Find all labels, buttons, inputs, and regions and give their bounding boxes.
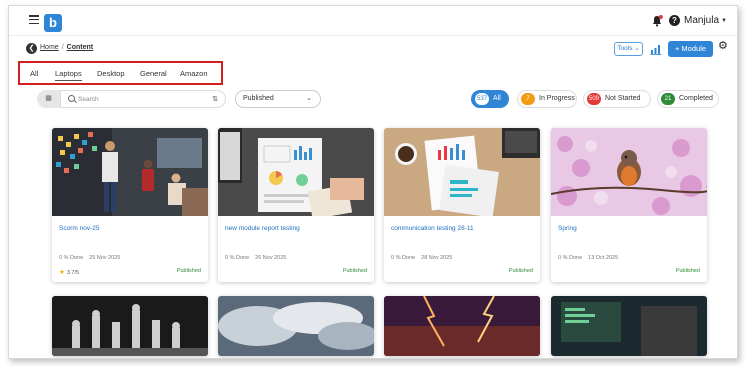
content-card[interactable]: communication testing 28-11 0 % Done 28 N… [384,128,540,282]
filter-pill-in-progress[interactable]: 7 In Progress [517,90,577,108]
card-thumbnail [52,128,208,216]
tab-laptops[interactable]: Laptops [55,69,82,81]
card-meta: 0 % Done 25 Nov 2025 [59,255,126,261]
content-card[interactable]: Scorm nov-25 0 % Done 25 Nov 2025 ★ 3.7/5 … [52,128,208,282]
pill-count: 21 [661,93,675,105]
breadcrumb-current[interactable]: Content [67,44,93,51]
card-rating: ★ 3.7/5 [59,268,79,276]
card-meta: 0 % Done 28 Nov 2025 [391,255,458,261]
tab-amazon[interactable]: Amazon [180,69,208,78]
pill-label: Completed [679,95,713,102]
card-date: 13 Oct 2025 [588,255,619,261]
card-meta: 0 % Done 13 Oct 2025 [558,255,624,261]
card-title[interactable]: communication testing 28-11 [391,225,474,232]
sort-icon[interactable]: ⇅ [212,95,218,103]
card-date: 25 Nov 2025 [89,255,121,261]
card-thumbnail [551,128,707,216]
bell-icon[interactable] [651,15,663,27]
content-card[interactable]: new module report testing 0 % Done 26 Nov… [218,128,374,282]
card-date: 26 Nov 2025 [255,255,287,261]
back-arrow-icon[interactable]: ❮ [26,43,37,54]
content-card[interactable]: Spring 0 % Done 13 Oct 2025 Published [551,128,707,282]
card-progress: 0 % Done [59,255,84,261]
card-progress: 0 % Done [391,255,416,261]
card-status: Published [176,268,201,274]
pill-count: 509 [587,93,602,105]
filter-pill-completed[interactable]: 21 Completed [657,90,719,108]
status-select-value: Published [243,95,274,102]
pill-label: Not Started [605,95,641,102]
gear-icon[interactable]: ⚙ [718,39,728,52]
tab-desktop[interactable]: Desktop [97,69,125,78]
chevron-down-icon: ⌄ [306,95,312,102]
tab-general[interactable]: General [140,69,167,78]
search-input[interactable] [78,93,198,106]
app-window: b ? Manjula ▼ ❮ Home / Content Tools ⌄ + M… [8,5,738,359]
card-status: Published [508,268,533,274]
filter-pill-not-started[interactable]: 509 Not Started [583,90,651,108]
card-progress: 0 % Done [225,255,250,261]
card-status: Published [675,268,700,274]
card-title[interactable]: Scorm nov-25 [59,225,99,232]
status-select[interactable]: Published ⌄ [235,90,321,108]
breadcrumb: Home / Content [40,44,93,51]
card-title[interactable]: Spring [558,225,577,232]
card-title[interactable]: new module report testing [225,225,300,232]
card-thumbnail [384,128,540,216]
bar-chart-icon[interactable] [650,43,662,55]
tab-all[interactable]: All [30,69,38,78]
breadcrumb-separator: / [61,44,64,51]
content-card-thumbnail[interactable] [52,296,208,356]
star-icon: ★ [59,269,65,276]
tools-dropdown-button[interactable]: Tools ⌄ [614,42,643,56]
add-module-button[interactable]: + Module [668,41,713,57]
search-icon [68,95,75,102]
chevron-down-icon[interactable]: ▼ [721,18,727,24]
pill-label: All [493,95,501,102]
app-logo[interactable]: b [44,14,62,32]
search-box: ⇅ [60,90,226,108]
pill-count: 537 [475,93,490,105]
content-card-thumbnail[interactable] [218,296,374,356]
filter-pill-all[interactable]: 537 All [471,90,509,108]
card-status: Published [342,268,367,274]
top-bar: b ? Manjula ▼ [9,6,737,36]
card-date: 28 Nov 2025 [421,255,453,261]
pill-count: 7 [521,93,535,105]
help-icon[interactable]: ? [669,15,680,26]
card-thumbnail [218,128,374,216]
pill-label: In Progress [539,95,575,102]
grid-icon[interactable]: ▦ [37,90,60,108]
card-rating-value: 3.7/5 [66,270,80,276]
chevron-down-icon: ⌄ [634,45,640,52]
user-name[interactable]: Manjula [684,15,719,26]
breadcrumb-home[interactable]: Home [40,44,59,51]
card-meta: 0 % Done 26 Nov 2025 [225,255,292,261]
tools-label: Tools [617,45,633,52]
hamburger-icon[interactable] [29,15,39,25]
card-progress: 0 % Done [558,255,583,261]
content-card-thumbnail[interactable] [384,296,540,356]
content-card-thumbnail[interactable] [551,296,707,356]
